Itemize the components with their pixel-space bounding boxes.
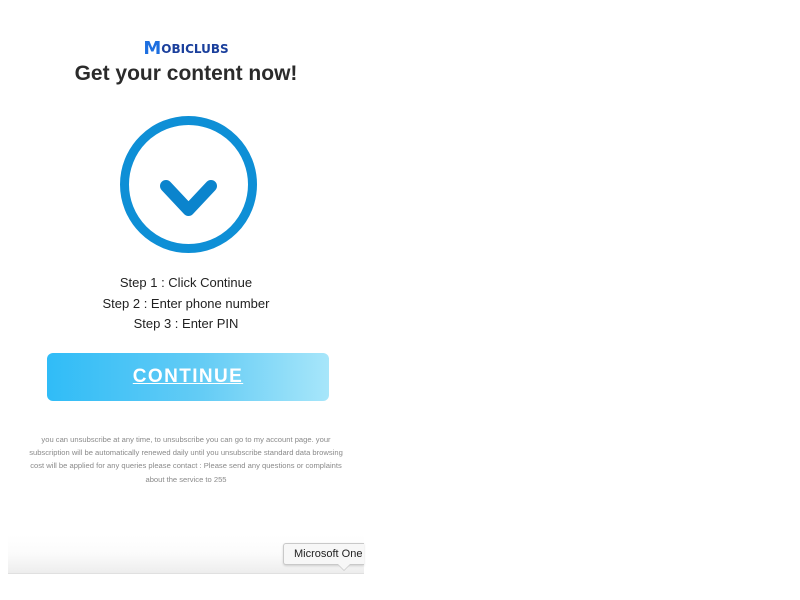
logo-mark: M bbox=[143, 38, 162, 59]
logo-text: OBICLUBS bbox=[161, 42, 229, 56]
step-1: Step 1 : Click Continue bbox=[119, 275, 253, 290]
brand-logo: MOBICLUBS bbox=[8, 38, 364, 59]
landing-column: MOBICLUBS Get your content now! Step 1 :… bbox=[8, 0, 364, 600]
tooltip-tail-inner bbox=[338, 564, 350, 570]
step-3: Step 3 : Enter PIN bbox=[133, 316, 239, 331]
continue-button[interactable]: CONTINUE bbox=[47, 353, 329, 401]
download-arrow-icon bbox=[120, 116, 257, 253]
steps-list: Step 1 : Click Continue Step 2 : Enter p… bbox=[8, 273, 364, 335]
page-headline: Get your content now! bbox=[74, 62, 298, 85]
legal-disclaimer: you can unsubscribe at any time, to unsu… bbox=[29, 435, 343, 484]
page: MOBICLUBS Get your content now! Step 1 :… bbox=[0, 0, 800, 600]
tooltip: Microsoft One bbox=[283, 543, 364, 565]
continue-button-label: CONTINUE bbox=[132, 366, 244, 387]
step-2: Step 2 : Enter phone number bbox=[102, 295, 270, 311]
